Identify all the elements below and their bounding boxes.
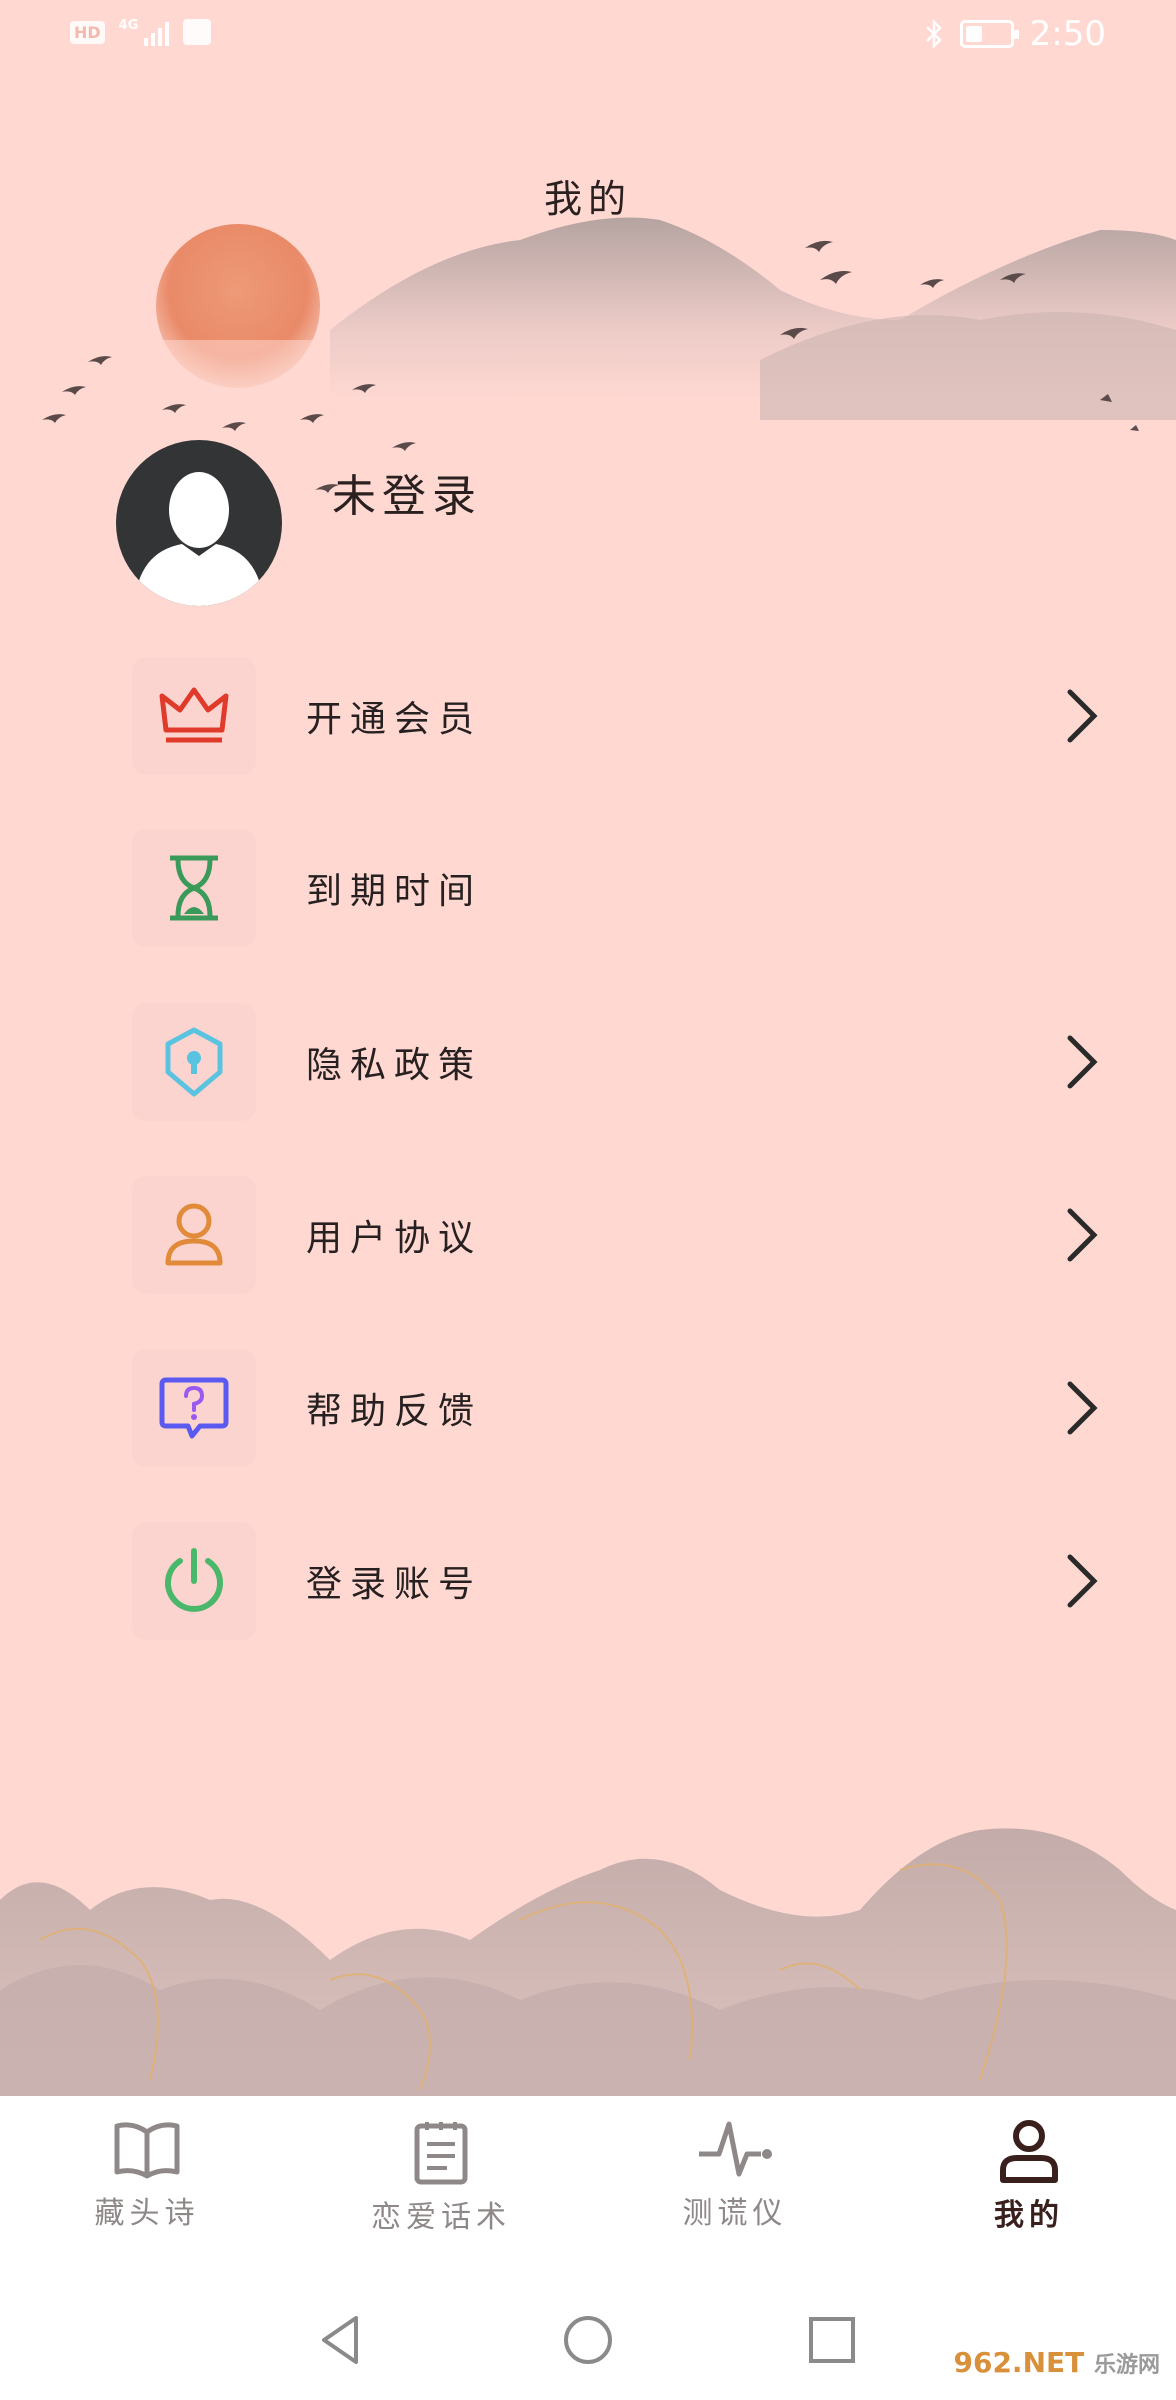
menu-item-help-feedback[interactable]: 帮助反馈 bbox=[132, 1344, 1102, 1472]
tab-label: 测谎仪 bbox=[682, 2196, 788, 2231]
menu-label: 帮助反馈 bbox=[306, 1391, 483, 1432]
page-title: 我的 bbox=[543, 177, 632, 221]
shield-lock-icon bbox=[165, 1027, 223, 1097]
menu-item-user-agreement[interactable]: 用户协议 bbox=[132, 1171, 1102, 1299]
pulse-icon bbox=[699, 2121, 772, 2177]
watermark-brand: 962.NET bbox=[953, 2346, 1085, 2379]
menu-item-vip[interactable]: 开通会员 bbox=[132, 652, 1102, 780]
menu-icon-tile bbox=[132, 1522, 256, 1640]
tab-acrostic-poem[interactable]: 藏头诗 bbox=[0, 2096, 294, 2280]
tab-label: 我的 bbox=[994, 2198, 1064, 2233]
bottom-tab-bar: 藏头诗 恋爱话术 测谎仪 我的 bbox=[0, 2096, 1176, 2280]
status-left-icons: HD 4G bbox=[70, 18, 212, 46]
crown-icon bbox=[159, 687, 229, 743]
menu-icon-tile bbox=[132, 1003, 256, 1121]
chevron-right-icon[interactable] bbox=[1062, 1551, 1102, 1611]
status-time: 2:50 bbox=[1029, 14, 1106, 54]
battery-fill bbox=[965, 26, 982, 42]
tab-lie-detector[interactable]: 测谎仪 bbox=[588, 2096, 882, 2280]
menu-label: 用户协议 bbox=[306, 1218, 483, 1259]
notepad-icon bbox=[414, 2122, 468, 2185]
hourglass-icon bbox=[170, 855, 218, 921]
tab-label: 恋爱话术 bbox=[371, 2200, 511, 2235]
chevron-right-icon[interactable] bbox=[1062, 1205, 1102, 1265]
avatar[interactable] bbox=[116, 440, 282, 606]
message-icon bbox=[183, 19, 212, 45]
hd-badge: HD bbox=[70, 20, 105, 44]
chevron-right-icon[interactable] bbox=[1062, 1032, 1102, 1092]
menu-icon-tile bbox=[132, 829, 256, 947]
help-bubble-icon bbox=[159, 1377, 229, 1439]
home-icon[interactable] bbox=[558, 2310, 618, 2370]
status-right-icons: 2:50 bbox=[924, 14, 1106, 54]
menu-label: 登录账号 bbox=[306, 1564, 483, 1605]
watermark-sub: 乐游网 bbox=[1093, 2353, 1160, 2378]
signal-icon: 4G bbox=[119, 18, 170, 46]
menu-icon-tile bbox=[132, 1176, 256, 1294]
user-icon bbox=[165, 1203, 223, 1266]
recents-icon[interactable] bbox=[802, 2310, 862, 2370]
menu-icon-tile bbox=[132, 1349, 256, 1467]
ink-mountains-bottom-decoration bbox=[0, 1828, 1176, 2096]
menu-label: 开通会员 bbox=[306, 699, 483, 740]
chevron-right-icon[interactable] bbox=[1062, 686, 1102, 746]
menu-icon-tile bbox=[132, 657, 256, 775]
tab-label: 藏头诗 bbox=[94, 2196, 200, 2231]
book-icon bbox=[114, 2122, 180, 2179]
watermark-logo: 962.NET 乐游网 bbox=[953, 2346, 1160, 2379]
menu-label: 隐私政策 bbox=[306, 1045, 483, 1086]
status-bar: HD 4G 2:50 bbox=[0, 0, 1176, 72]
tab-love-talk[interactable]: 恋爱话术 bbox=[294, 2096, 588, 2280]
back-icon[interactable] bbox=[312, 2310, 372, 2370]
tab-mine[interactable]: 我的 bbox=[882, 2096, 1176, 2280]
person-icon bbox=[1000, 2120, 1058, 2183]
menu-label: 到期时间 bbox=[306, 871, 483, 912]
login-status-text[interactable]: 未登录 bbox=[332, 460, 482, 524]
menu-item-expiry[interactable]: 到期时间 bbox=[132, 824, 1102, 952]
bluetooth-icon bbox=[925, 19, 942, 49]
menu-item-privacy[interactable]: 隐私政策 bbox=[132, 998, 1102, 1126]
system-navigation-bar bbox=[0, 2280, 1176, 2400]
battery-icon bbox=[959, 20, 1019, 48]
network-type-label: 4G bbox=[118, 18, 139, 33]
default-avatar-icon bbox=[134, 472, 264, 606]
power-icon bbox=[165, 1548, 223, 1612]
menu-item-login-account[interactable]: 登录账号 bbox=[132, 1517, 1102, 1645]
chevron-right-icon[interactable] bbox=[1062, 1378, 1102, 1438]
